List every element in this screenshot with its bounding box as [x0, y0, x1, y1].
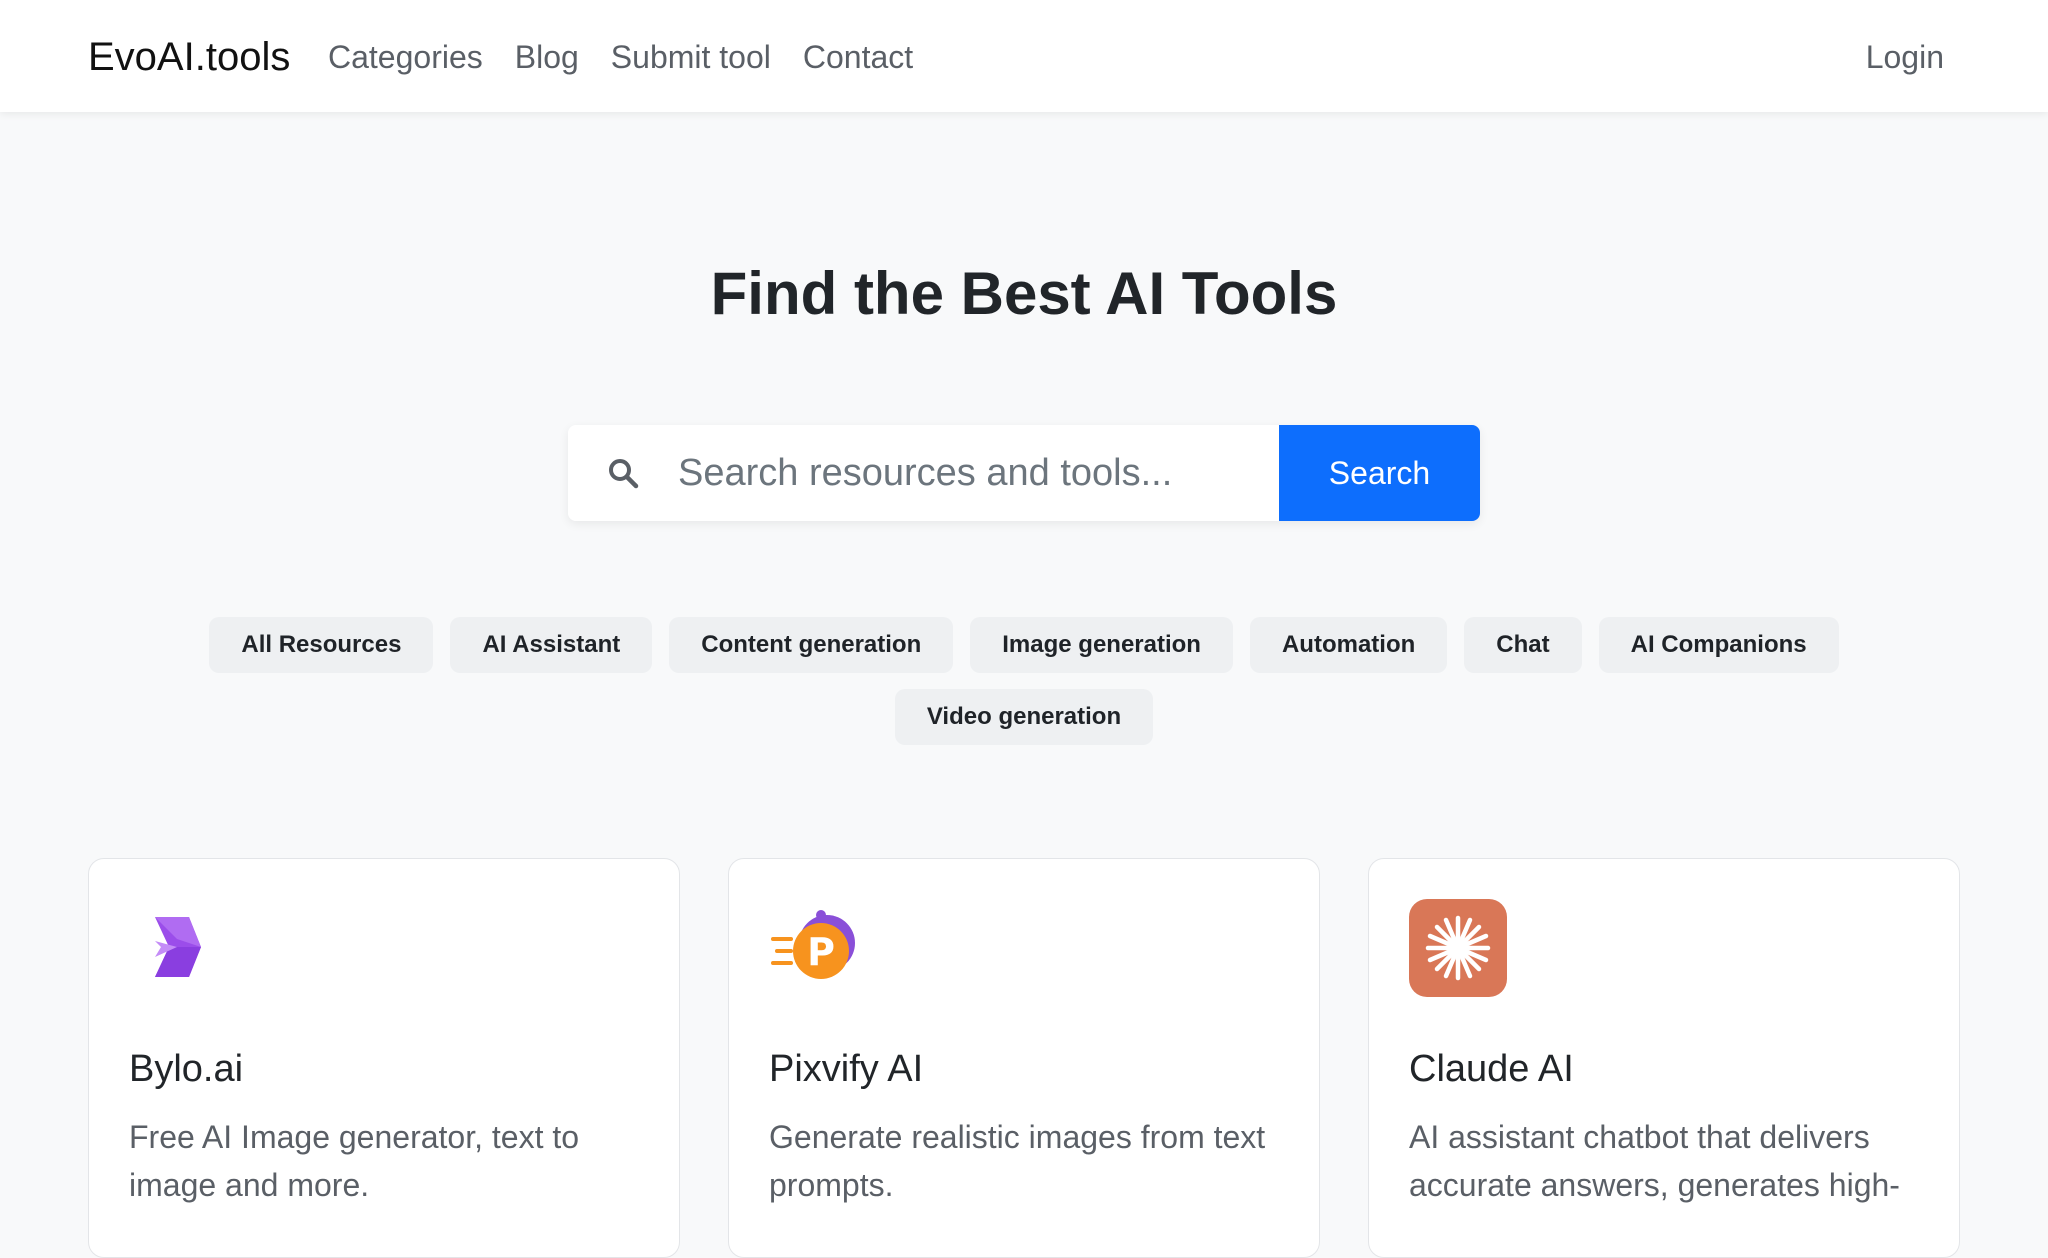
category-pill-ai-companions[interactable]: AI Companions — [1598, 617, 1839, 673]
search-icon — [568, 425, 678, 521]
tool-card-bylo[interactable]: Bylo.ai Free AI Image generator, text to… — [88, 858, 680, 1258]
claude-logo-icon — [1409, 899, 1507, 997]
category-pill-content-generation[interactable]: Content generation — [669, 617, 954, 673]
brand-logo[interactable]: EvoAI.tools — [88, 32, 290, 82]
nav-links: Categories Blog Submit tool Contact — [328, 34, 945, 80]
category-pill-all-resources[interactable]: All Resources — [209, 617, 434, 673]
category-pill-automation[interactable]: Automation — [1249, 617, 1448, 673]
search-button[interactable]: Search — [1279, 425, 1480, 521]
card-title[interactable]: Claude AI — [1409, 1045, 1574, 1093]
card-title[interactable]: Pixvify AI — [769, 1045, 923, 1093]
nav-link-categories[interactable]: Categories — [328, 34, 483, 80]
category-pill-chat[interactable]: Chat — [1464, 617, 1582, 673]
pixvify-logo-icon: P — [769, 899, 867, 997]
svg-text:P: P — [807, 930, 835, 974]
search-field — [568, 425, 1279, 521]
nav-link-submit-tool[interactable]: Submit tool — [611, 34, 771, 80]
card-description: Generate realistic images from text prom… — [769, 1119, 1266, 1203]
nav-link-blog[interactable]: Blog — [515, 34, 579, 80]
tool-card-claude[interactable]: Claude AI AI assistant chatbot that deli… — [1368, 858, 1960, 1258]
category-pill-ai-assistant[interactable]: AI Assistant — [450, 617, 653, 673]
nav-link-contact[interactable]: Contact — [803, 34, 913, 80]
top-navbar: EvoAI.tools Categories Blog Submit tool … — [0, 0, 2048, 112]
page-title: Find the Best AI Tools — [710, 260, 1338, 327]
login-link[interactable]: Login — [1866, 34, 1944, 80]
search-input[interactable] — [678, 425, 1258, 521]
category-filters: All Resources AI Assistant Content gener… — [160, 617, 1888, 745]
category-pill-video-generation[interactable]: Video generation — [894, 689, 1154, 745]
tool-card-pixvify[interactable]: P Pixvify AI Generate realistic images f… — [728, 858, 1320, 1258]
card-description: Free AI Image generator, text to image a… — [129, 1119, 580, 1203]
card-title[interactable]: Bylo.ai — [129, 1045, 243, 1093]
bylo-logo-icon — [129, 899, 227, 997]
search-bar: Search — [568, 425, 1480, 521]
card-description: AI assistant chatbot that delivers accur… — [1409, 1119, 1900, 1203]
category-pill-image-generation[interactable]: Image generation — [970, 617, 1233, 673]
